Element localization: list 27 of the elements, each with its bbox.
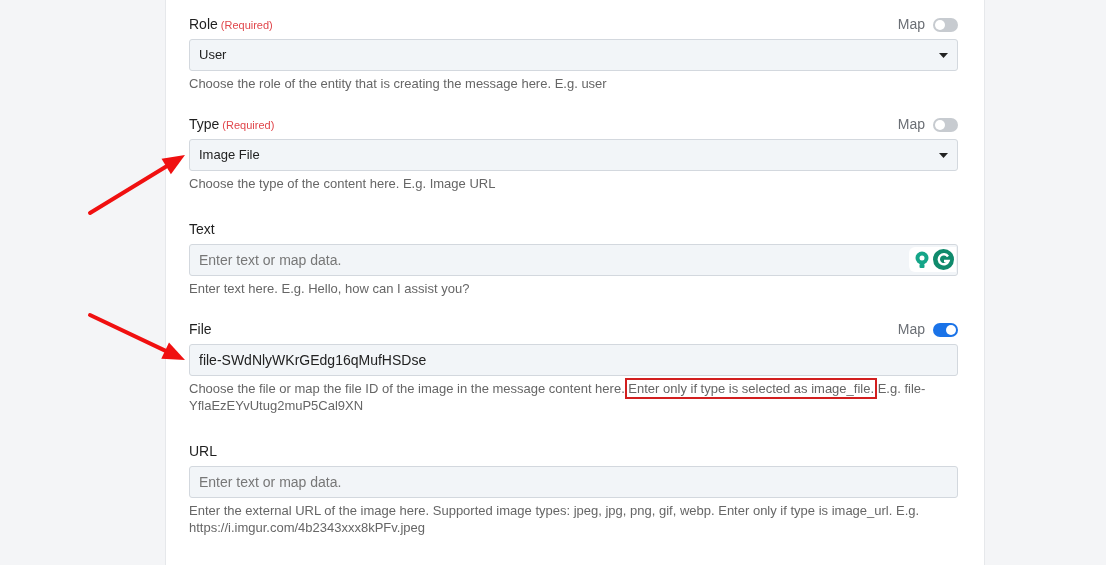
dropdown-select[interactable]: User	[189, 39, 958, 71]
help-text: Choose the role of the entity that is creating the message here. E.g. user	[189, 75, 608, 92]
caret-icon	[939, 52, 948, 58]
field-label: Role	[189, 15, 218, 34]
grammar-assistant-icon[interactable]	[933, 249, 954, 270]
map-label: Map	[897, 320, 925, 339]
map-label: Map	[897, 15, 925, 34]
text-input[interactable]: Enter text or map data.	[189, 244, 958, 276]
caret-icon	[939, 152, 948, 158]
required-note: (Required)	[220, 18, 273, 33]
field-label: Type	[189, 115, 220, 134]
lightbulb-icon[interactable]	[915, 250, 929, 269]
help-text: Enter text here. E.g. Hello, how can I assist you?	[189, 280, 471, 297]
text-input[interactable]: file-SWdNlyWKrGEdg16qMufHSDse	[189, 344, 958, 376]
map-toggle[interactable]	[933, 117, 958, 132]
help-text: Enter the external URL of the image here. Supported image types: jpeg, jpg, png, gif, webp. Enter only if type is image_url. E.g. https://i.imgur.com/4b2343xxx8kPFv.jpeg	[189, 502, 921, 536]
dropdown-select[interactable]: Image File	[189, 139, 958, 171]
field-label: Text	[189, 220, 215, 239]
field-label: File	[189, 320, 212, 339]
map-toggle[interactable]	[933, 322, 958, 337]
map-toggle[interactable]	[933, 17, 958, 32]
help-text: Choose the file or map the file ID of the image in the message content here. Enter only if type is selected as image_file. E.g. file-YflaEzEYvUtug2muP5Cal9XN	[189, 380, 958, 414]
text-input[interactable]: Enter text or map data.	[189, 466, 958, 498]
help-text: Choose the type of the content here. E.g. Image URL	[189, 175, 497, 192]
map-label: Map	[897, 115, 925, 134]
required-note: (Required)	[222, 118, 275, 133]
field-label: URL	[189, 442, 217, 461]
